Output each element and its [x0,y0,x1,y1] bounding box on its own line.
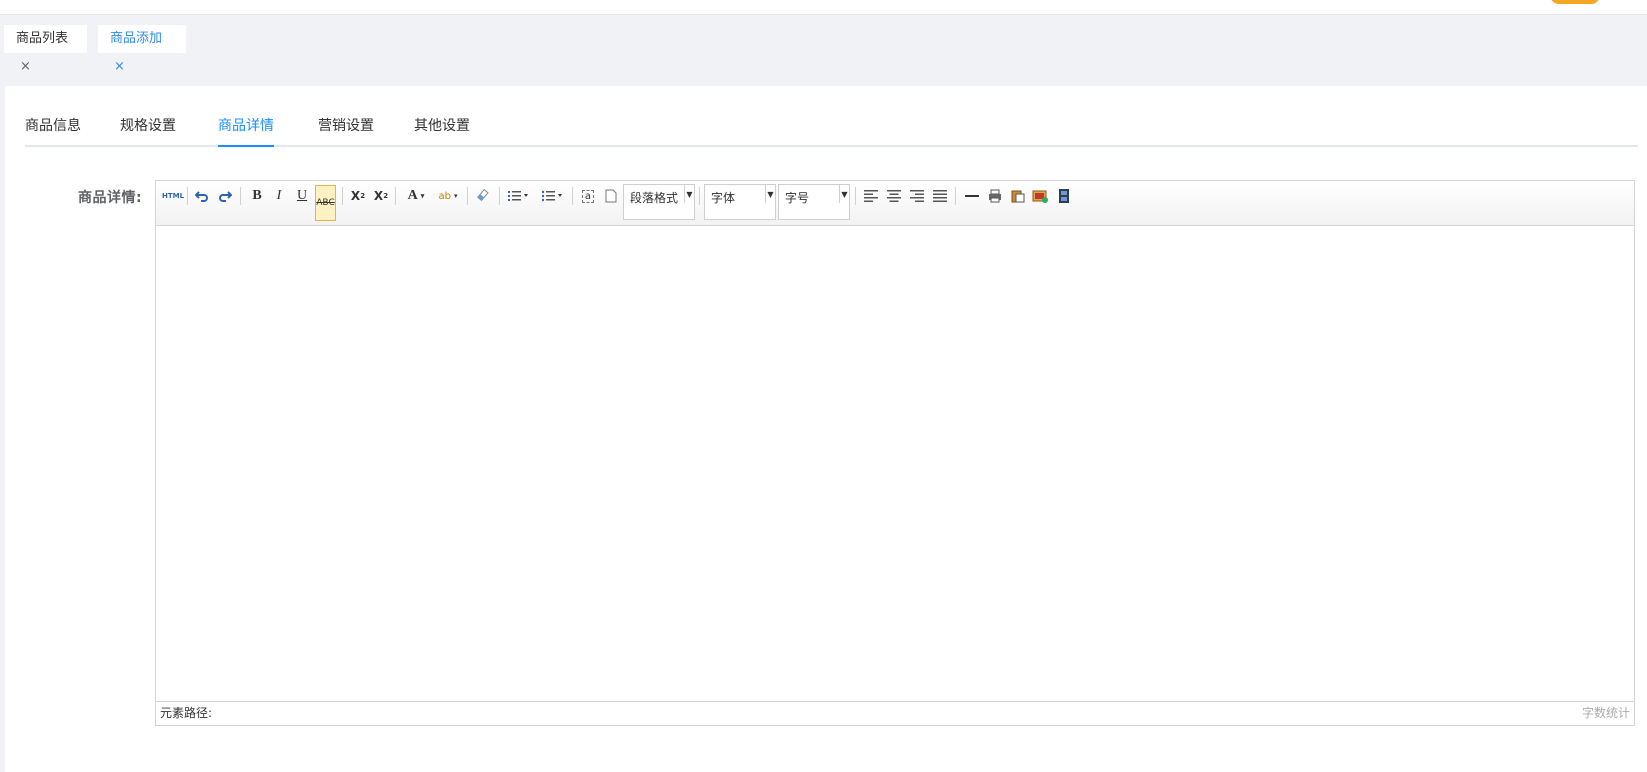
font-family-select[interactable]: 字体 ▼ [704,184,776,220]
close-icon[interactable]: × [20,59,31,74]
toolbar-separator [955,187,956,205]
highlight-color-icon[interactable]: ab ▾ [435,186,461,206]
content-card: 商品信息 规格设置 商品详情 营销设置 其他设置 商品详情: HTML B I … [5,86,1647,772]
toolbar-separator [240,187,241,205]
tag-label: 商品添加 [110,31,163,46]
element-path-label: 元素路径: [160,706,213,720]
toolbar-separator [467,187,468,205]
font-color-icon[interactable]: A ▾ [403,186,429,206]
anchor-icon[interactable]: a [578,186,598,206]
chevron-down-icon: ▼ [765,185,775,203]
align-left-icon[interactable] [861,186,881,206]
tab-marketing-settings[interactable]: 营销设置 [318,116,374,145]
redo-icon[interactable] [215,186,235,206]
ordered-list-icon[interactable] [506,186,532,206]
rich-text-editor: HTML B I U ABC X2 X2 A ▾ ab ▾ a 段落格式 ▼ 字… [155,180,1635,726]
close-icon[interactable]: × [114,59,125,74]
tab-product-info[interactable]: 商品信息 [25,116,81,145]
editor-content-area[interactable] [156,226,1634,703]
toolbar-separator [855,187,856,205]
insert-video-icon[interactable] [1054,186,1074,206]
tab-other-settings[interactable]: 其他设置 [414,116,470,145]
paste-plain-text-icon[interactable] [1008,186,1028,206]
header-badge[interactable] [1550,0,1600,4]
editor-toolbar: HTML B I U ABC X2 X2 A ▾ ab ▾ a 段落格式 ▼ 字… [156,181,1634,226]
tab-product-detail[interactable]: 商品详情 [218,116,274,147]
paragraph-format-select[interactable]: 段落格式 ▼ [623,184,695,220]
tag-label: 商品列表 [16,31,69,46]
word-count-label: 字数统计 [1581,706,1630,720]
align-center-icon[interactable] [884,186,904,206]
eraser-icon[interactable] [474,186,494,206]
italic-icon[interactable]: I [269,186,289,206]
superscript-icon[interactable]: X2 [348,186,368,206]
html-source-icon[interactable]: HTML [161,186,185,206]
toolbar-separator [395,187,396,205]
toolbar-separator [572,187,573,205]
tab-bar: 商品信息 规格设置 商品详情 营销设置 其他设置 [25,86,1638,147]
underline-icon[interactable]: U [292,186,312,206]
font-family-value: 字体 [711,191,736,205]
bold-icon[interactable]: B [247,186,267,206]
strikethrough-icon[interactable]: ABC [315,185,336,221]
horizontal-rule-icon[interactable] [962,186,982,206]
font-size-value: 字号 [785,191,810,205]
tag-product-list[interactable]: 商品列表 × [4,25,87,74]
top-header [0,0,1647,15]
align-right-icon[interactable] [907,186,927,206]
font-size-select[interactable]: 字号 ▼ [778,184,850,220]
toolbar-separator [699,187,700,205]
subscript-icon[interactable]: X2 [371,186,391,206]
page-break-icon[interactable] [601,186,621,206]
tag-product-add[interactable]: 商品添加 × [98,25,186,74]
chevron-down-icon: ▼ [684,185,694,203]
chevron-down-icon: ▼ [839,185,849,203]
editor-statusbar: 元素路径: 字数统计 [156,701,1634,725]
align-justify-icon[interactable] [930,186,950,206]
insert-image-icon[interactable] [1030,186,1050,206]
toolbar-separator [342,187,343,205]
undo-icon[interactable] [192,186,212,206]
detail-field-label: 商品详情: [78,190,143,206]
unordered-list-icon[interactable] [540,186,566,206]
print-icon[interactable] [985,186,1005,206]
toolbar-separator [499,187,500,205]
tags-bar: 商品列表 × 商品添加 × [0,15,1647,74]
toolbar-separator [187,187,188,205]
paragraph-format-value: 段落格式 [630,191,679,205]
tab-spec-settings[interactable]: 规格设置 [120,116,176,145]
